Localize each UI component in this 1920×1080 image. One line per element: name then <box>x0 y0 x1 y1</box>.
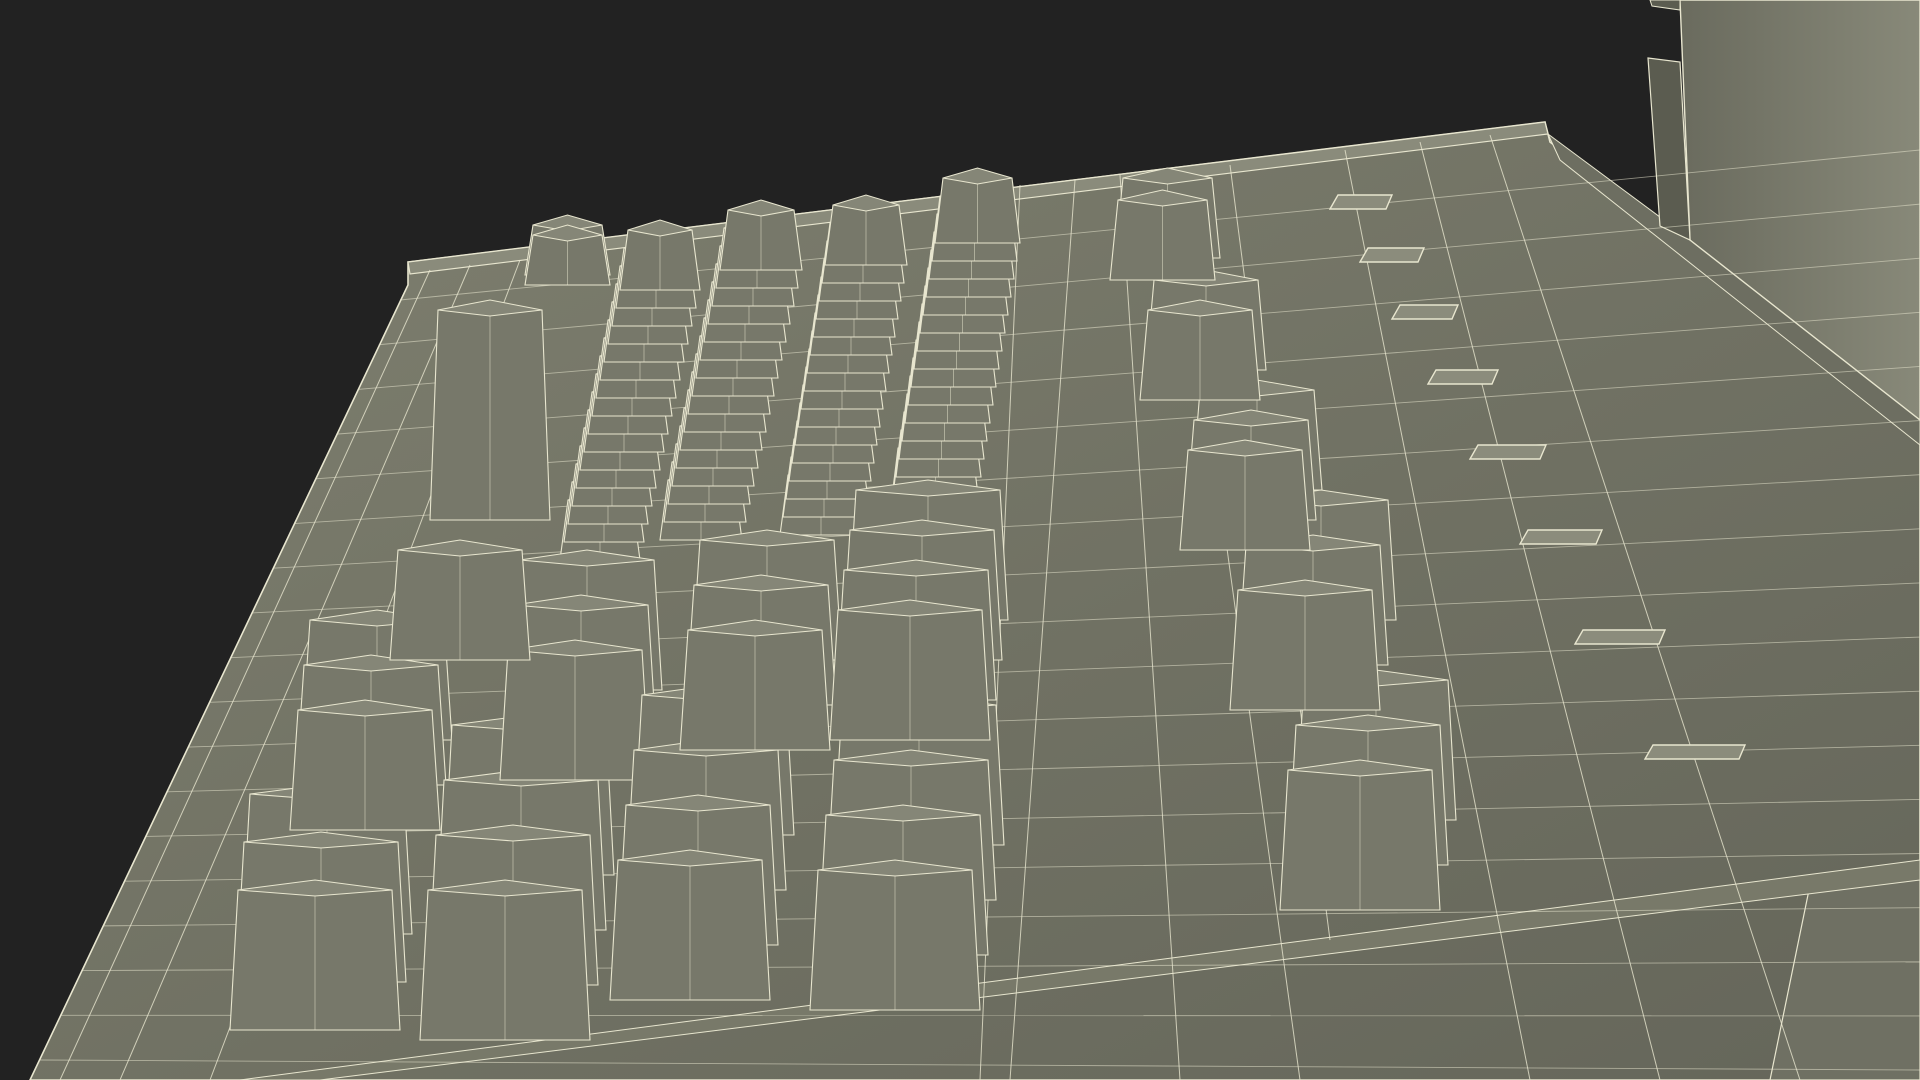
keycap <box>824 194 908 266</box>
indicator-slot <box>1426 369 1500 385</box>
keyboard-wireframe-scene <box>0 0 1920 1080</box>
keycap <box>1229 579 1381 711</box>
keycap <box>429 299 551 521</box>
keycap <box>619 219 701 291</box>
keycap <box>499 639 651 781</box>
indicator-slot <box>1328 194 1394 210</box>
keycap <box>934 167 1021 244</box>
keycap <box>419 879 591 1041</box>
keycap <box>1139 299 1261 401</box>
keycap <box>524 224 611 286</box>
keycap <box>1279 759 1441 911</box>
indicator-slot <box>1643 744 1747 760</box>
keycap <box>719 199 803 271</box>
keycap <box>389 539 531 661</box>
keycap <box>289 699 441 831</box>
indicator-slot <box>1358 247 1426 263</box>
keycap <box>1179 439 1311 551</box>
indicator-slot <box>1573 629 1667 645</box>
keycap <box>229 879 401 1031</box>
keycap <box>679 619 831 751</box>
indicator-slot <box>1518 529 1604 545</box>
keycap <box>609 849 771 1001</box>
indicator-slot <box>1390 304 1460 320</box>
indicator-slot <box>1468 444 1548 460</box>
keycap <box>1109 189 1216 281</box>
keycap <box>829 599 991 741</box>
keycap <box>809 859 981 1011</box>
